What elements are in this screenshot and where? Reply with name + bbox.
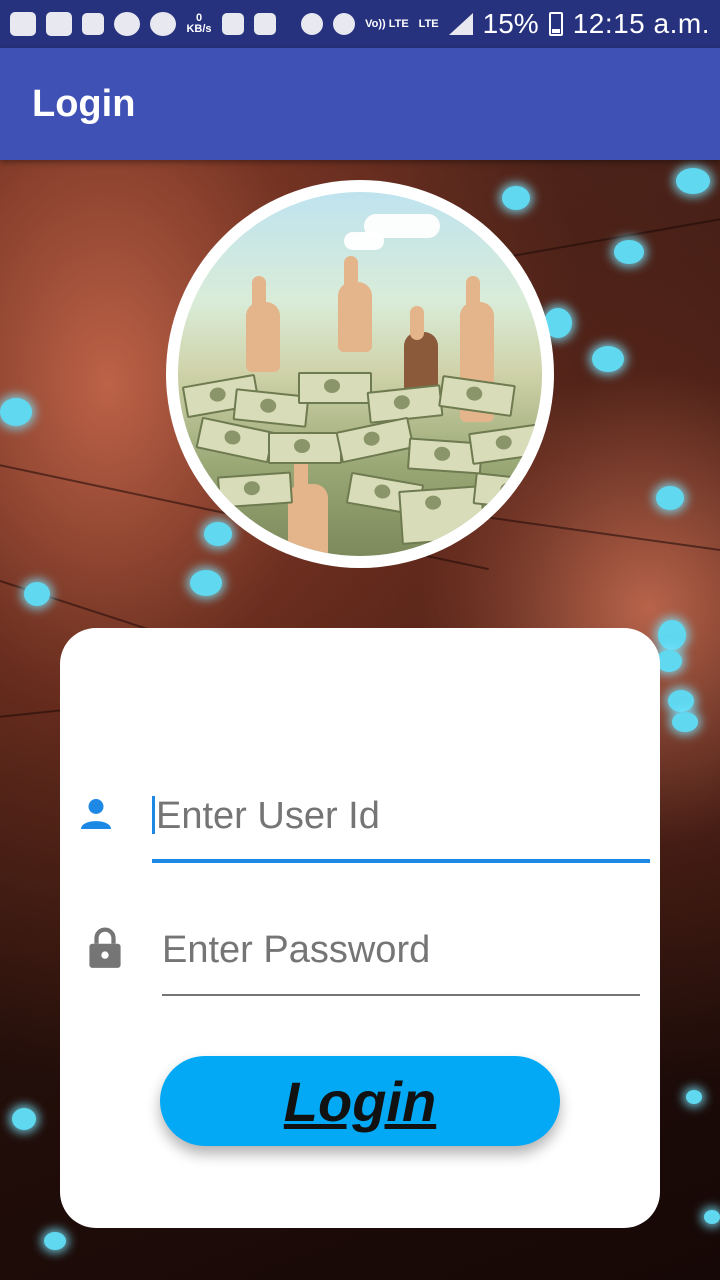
light-dot [668, 690, 694, 712]
status-bar: 0 KB/s Vo)) LTE LTE 15% 12:15 a.m. [0, 0, 720, 48]
light-dot [704, 1210, 720, 1224]
money-bundle [468, 423, 542, 465]
light-dot [12, 1108, 36, 1130]
light-dot [502, 186, 530, 210]
cloud [344, 232, 384, 250]
wifi-icon [254, 13, 276, 35]
light-dot [24, 582, 50, 606]
volte-indicator: Vo)) LTE [365, 17, 409, 30]
whatsapp-icon [150, 12, 176, 36]
notification-icons: 0 KB/s [10, 12, 276, 36]
light-dot [190, 570, 222, 596]
youtube-icon [46, 12, 72, 36]
app-bar: Login [0, 48, 720, 160]
page-title: Login [32, 82, 136, 125]
thumbs-up-hand [338, 256, 372, 352]
money-bundle [438, 375, 516, 417]
thumbs-up-hand [246, 276, 280, 372]
thumbs-up-hand [288, 458, 328, 556]
password-input[interactable] [162, 924, 640, 976]
battery-percent: 15% [482, 8, 539, 39]
light-dot [672, 712, 698, 732]
login-button-label: Login [283, 1069, 437, 1133]
light-dot [592, 346, 624, 372]
light-dot [686, 1090, 702, 1104]
light-dot [44, 1232, 66, 1250]
pinwheel-icon [114, 12, 140, 36]
avatar [166, 180, 554, 568]
money-bundle [216, 471, 294, 509]
money-bundle [335, 416, 415, 464]
person-icon [81, 799, 111, 829]
light-dot [676, 168, 710, 194]
light-dot [658, 620, 686, 650]
money-bundle [268, 432, 342, 464]
light-dot [656, 486, 684, 510]
user-id-underline [152, 859, 650, 863]
lock-icon [89, 927, 121, 968]
light-dot [614, 240, 644, 264]
light-dot [204, 522, 232, 546]
network-speed: 0 KB/s [186, 13, 212, 35]
avatar-image [178, 192, 542, 556]
light-dot [0, 398, 32, 426]
gallery-icon [82, 13, 104, 35]
money-bundle [298, 372, 372, 404]
message-icon [10, 12, 36, 36]
system-indicators: Vo)) LTE LTE 15% 12:15 a.m. [301, 8, 710, 40]
password-underline [162, 994, 640, 996]
login-card: Login [60, 628, 660, 1228]
login-button[interactable]: Login [160, 1056, 560, 1146]
battery-icon [548, 12, 563, 36]
network-speed-unit: KB/s [186, 23, 212, 35]
user-id-input[interactable] [156, 790, 646, 842]
text-cursor [152, 796, 155, 834]
clock: 12:15 a.m. [572, 8, 710, 39]
sd-card-icon [222, 13, 244, 35]
money-bundle [195, 416, 275, 464]
lte-indicator: LTE [418, 17, 439, 30]
signal-icon [448, 13, 473, 35]
alarm-icon [333, 13, 356, 35]
mute-icon [301, 13, 324, 35]
